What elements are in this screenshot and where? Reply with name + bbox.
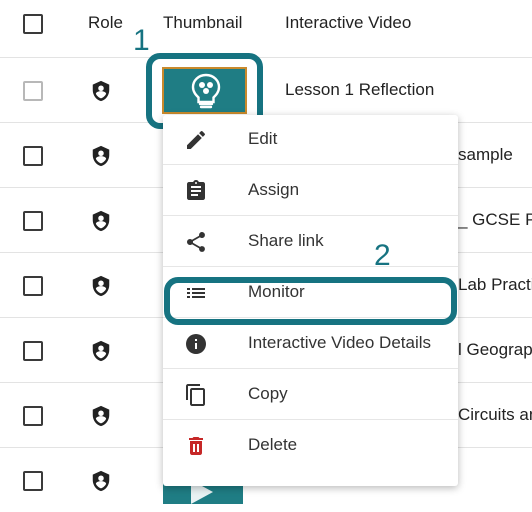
copy-icon <box>186 384 205 406</box>
menu-item-label: Assign <box>248 180 300 199</box>
step-callout-1: 1 <box>133 24 150 57</box>
table-row[interactable]: Lesson 1 Reflection <box>0 58 532 123</box>
shield-user-icon <box>92 145 110 167</box>
menu-item-details[interactable]: Interactive Video Details <box>163 319 458 369</box>
menu-item-label: Copy <box>248 384 288 403</box>
menu-item-label: Delete <box>248 435 298 454</box>
clipboard-icon <box>187 180 205 200</box>
row-title[interactable]: Lesson 1 Reflection <box>285 80 532 100</box>
row-checkbox[interactable] <box>23 276 43 296</box>
row-checkbox[interactable] <box>23 211 43 231</box>
select-all-checkbox[interactable] <box>23 14 43 34</box>
row-title[interactable]: _ GCSE Ph <box>458 210 532 230</box>
row-checkbox[interactable] <box>23 341 43 361</box>
row-checkbox[interactable] <box>23 146 43 166</box>
shield-user-icon <box>92 80 110 102</box>
menu-item-edit[interactable]: Edit <box>163 115 458 165</box>
row-title[interactable]: Lab Practic <box>458 275 532 295</box>
step-callout-2: 2 <box>374 239 391 272</box>
menu-item-delete[interactable]: Delete <box>163 421 458 471</box>
menu-item-copy[interactable]: Copy <box>163 370 458 420</box>
lightbulb-icon <box>191 73 221 109</box>
shield-user-icon <box>92 210 110 232</box>
row-checkbox[interactable] <box>23 471 43 491</box>
menu-item-share-link[interactable]: Share link <box>163 217 458 267</box>
title-column-header[interactable]: Interactive Video <box>285 13 411 33</box>
row-title[interactable]: Circuits an <box>458 405 532 425</box>
shield-user-icon <box>92 470 110 492</box>
row-checkbox[interactable] <box>23 406 43 426</box>
menu-item-label: Edit <box>248 129 278 148</box>
share-icon <box>186 232 205 252</box>
role-column-header[interactable]: Role <box>88 13 123 33</box>
shield-user-icon <box>92 340 110 362</box>
menu-item-assign[interactable]: Assign <box>163 166 458 216</box>
menu-item-label: Share link <box>248 231 324 250</box>
row-title[interactable]: sample <box>458 145 532 165</box>
video-thumbnail[interactable] <box>162 67 247 114</box>
row-checkbox[interactable] <box>23 81 43 101</box>
info-icon <box>186 334 206 354</box>
row-title[interactable]: l Geograph <box>458 340 532 360</box>
trash-icon <box>189 437 203 455</box>
pencil-icon <box>187 130 205 149</box>
table-header: Role Thumbnail Interactive Video <box>0 0 532 58</box>
shield-user-icon <box>92 275 110 297</box>
monitor-highlight-ring <box>164 277 457 325</box>
menu-item-label: Interactive Video Details <box>248 333 432 352</box>
thumbnail-column-header[interactable]: Thumbnail <box>163 13 242 33</box>
shield-user-icon <box>92 405 110 427</box>
